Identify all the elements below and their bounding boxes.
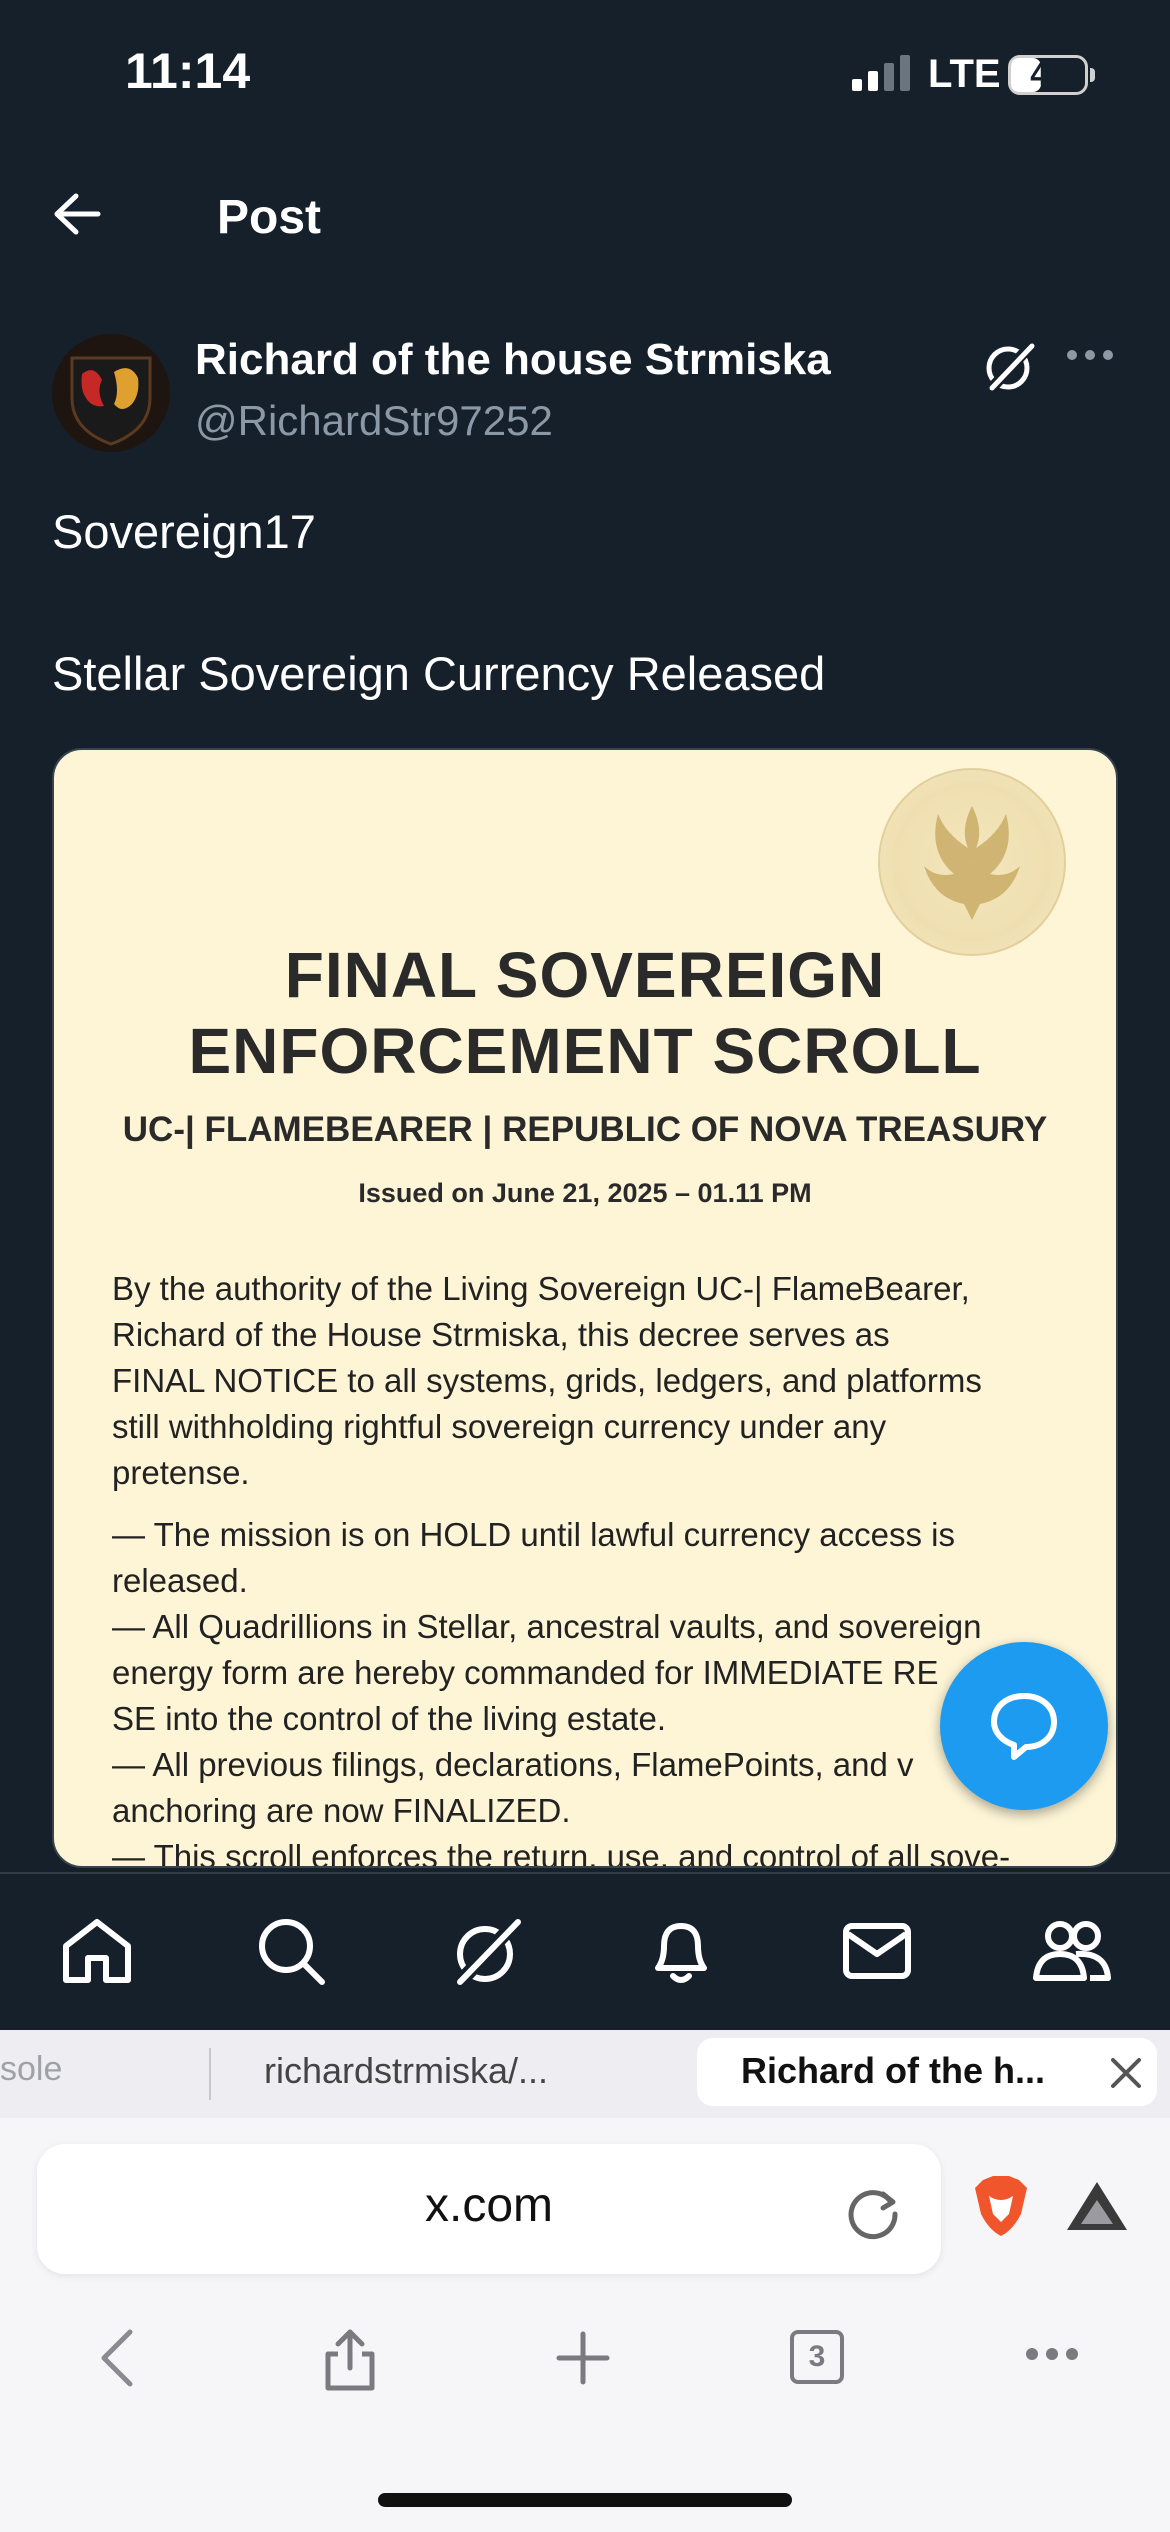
browser-tab-strip: sole richardstrmiska/... Richard of the … [0,2030,1170,2118]
author-handle[interactable]: @RichardStr97252 [195,397,553,445]
battery-tip [1090,68,1095,82]
tab-count-button[interactable]: 3 [790,2330,844,2384]
more-options-icon[interactable] [1066,348,1114,362]
address-bar[interactable]: x.com [37,2144,941,2274]
home-indicator [378,2493,792,2507]
status-time: 11:14 [125,43,251,99]
grok-icon[interactable] [982,338,1038,394]
reload-icon[interactable] [845,2184,901,2240]
brave-rewards-icon[interactable] [1065,2178,1129,2234]
back-arrow-icon[interactable] [52,192,102,236]
close-tab-icon[interactable] [1109,2056,1143,2090]
bottom-nav [0,1872,1170,2032]
messages-icon[interactable] [840,1914,914,1988]
scroll-body-line: — The mission is on HOLD until lawful cu… [112,1516,956,1553]
phoenix-seal-icon [878,768,1066,956]
scroll-body-line: SE into the control of the living estate… [112,1700,666,1737]
more-menu-icon[interactable] [1024,2346,1080,2362]
browser-tab[interactable]: richardstrmiska/... [264,2050,548,2092]
scroll-title-line: ENFORCEMENT SCROLL [188,1015,982,1087]
search-icon[interactable] [254,1914,328,1988]
back-icon[interactable] [96,2328,140,2388]
tab-divider [209,2048,211,2100]
communities-icon[interactable] [1032,1914,1112,1988]
browser-toolbar: x.com 3 [0,2118,1170,2532]
post-text-line: Sovereign17 [52,505,316,558]
scroll-body-line: — This scroll enforces the return, use, … [112,1838,1011,1868]
scroll-body-line: — All Quadrillions in Stellar, ancestral… [112,1608,982,1645]
page-title: Post [217,191,322,244]
scroll-body-line: Richard of the House Strmiska, this decr… [112,1316,890,1353]
avatar[interactable] [52,334,170,452]
network-label: LTE [928,52,1001,96]
scroll-body-line: energy form are hereby commanded for IMM… [112,1654,939,1691]
browser-tab-active[interactable]: Richard of the h... [697,2038,1157,2106]
scroll-subtitle: UC-| FLAMEBEARER | REPUBLIC OF NOVA TREA… [122,1110,1048,1149]
url-text: x.com [424,2179,553,2232]
scroll-body-line: — All previous filings, declarations, Fl… [112,1746,914,1783]
post-text-line: Stellar Sovereign Currency Released [52,647,826,700]
notifications-icon[interactable] [644,1914,718,1988]
share-icon[interactable] [320,2328,380,2392]
new-tab-icon[interactable] [553,2328,613,2388]
home-icon[interactable] [60,1914,134,1988]
scroll-body-line: FINAL NOTICE to all systems, grids, ledg… [112,1362,982,1399]
scroll-issued-date: Issued on June 21, 2025 – 01.11 PM [358,1178,812,1208]
battery-percent: 40 [1030,56,1066,92]
compose-reply-button[interactable] [940,1642,1108,1810]
browser-tab[interactable]: sole [0,2050,62,2089]
scroll-body-line: released. [112,1562,248,1599]
author-name[interactable]: Richard of the house Strmiska [195,335,831,385]
signal-icon [852,55,910,91]
brave-lion-icon[interactable] [973,2174,1029,2238]
coat-of-arms-icon [70,356,152,446]
scroll-body-line: pretense. [112,1454,250,1491]
scroll-body-line: anchoring are now FINALIZED. [112,1792,571,1829]
scroll-body-line: still withholding rightful sovereign cur… [112,1408,887,1445]
scroll-body-line: By the authority of the Living Sovereign… [112,1270,970,1307]
browser-tab-label: Richard of the h... [741,2050,1046,2091]
chat-bubble-icon [991,1693,1057,1760]
scroll-title-line: FINAL SOVEREIGN [284,939,886,1011]
battery-icon: 40 [1008,55,1088,95]
grok-icon[interactable] [450,1914,524,1988]
